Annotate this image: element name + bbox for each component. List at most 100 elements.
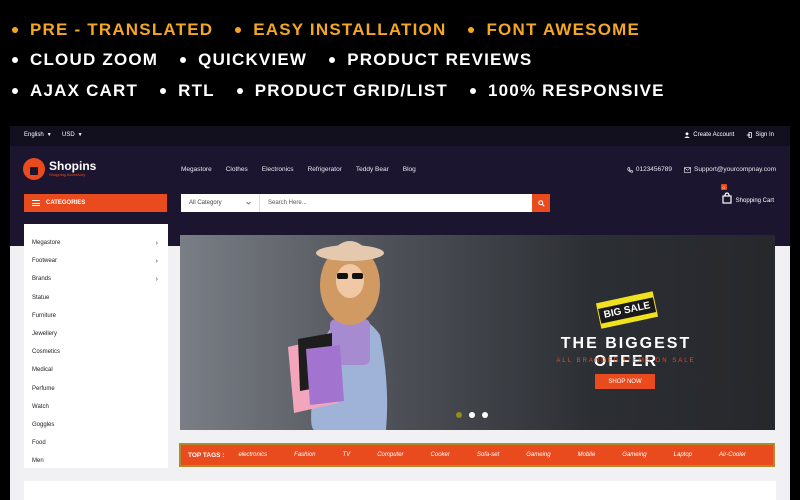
sign-in-icon — [746, 132, 753, 138]
bullet-icon — [160, 88, 167, 94]
sidebar-item-label: Watch — [32, 403, 49, 410]
tag-link[interactable]: Fashion — [294, 452, 315, 458]
chevron-right-icon: › — [155, 275, 158, 283]
feature-label: 100% RESPONSIVE — [487, 81, 665, 100]
tag-link[interactable]: Gameing — [526, 452, 550, 458]
sign-in-label: Sign In — [755, 132, 774, 138]
categories-label: CATEGORIES — [46, 200, 86, 206]
hero-slider[interactable]: BIG SALE THE BIGGEST OFFER ALL BRANDED I… — [180, 235, 775, 430]
hero-subtitle: ALL BRANDED ITEMS ON SALE — [556, 358, 696, 364]
sidebar-item-megastore[interactable]: Megastore › — [24, 234, 168, 252]
sidebar-item-cosmetics[interactable]: Cosmetics — [24, 343, 168, 361]
feature-row-3: AJAX CART RTL PRODUCT GRID/LIST 100% RES… — [12, 81, 687, 101]
feature-item: PRODUCT REVIEWS — [329, 50, 532, 70]
search-button[interactable] — [532, 194, 550, 212]
create-account-label: Create Account — [693, 132, 735, 138]
content-panel — [24, 481, 776, 500]
hero-title: THE BIGGEST OFFER — [560, 335, 692, 370]
logo[interactable]: Shopins Shopping Accessory — [23, 158, 96, 180]
language-select[interactable]: English ▼ — [24, 132, 52, 138]
chevron-right-icon: › — [155, 239, 158, 247]
main-menu: Megastore Clothes Electronics Refrigerat… — [181, 166, 416, 173]
bullet-icon — [468, 27, 475, 33]
sidebar-item-label: Food — [32, 440, 46, 447]
bullet-icon — [180, 57, 187, 63]
logo-title: Shopins — [49, 159, 97, 173]
slider-dot[interactable] — [456, 412, 462, 418]
phone-link[interactable]: 0123456789 — [627, 166, 672, 173]
sidebar-item-food[interactable]: Food — [24, 434, 168, 452]
slider-dot[interactable] — [469, 412, 475, 418]
sidebar-item-goggles[interactable]: Goggles — [24, 416, 168, 434]
sidebar-item-furniture[interactable]: Furniture — [24, 307, 168, 325]
menu-item-clothes[interactable]: Clothes — [226, 166, 248, 173]
sidebar-item-men[interactable]: Men — [24, 452, 168, 470]
bullet-icon — [236, 88, 243, 94]
sidebar-item-statue[interactable]: Statue — [24, 289, 168, 307]
tag-link[interactable]: Sofa-set — [477, 452, 499, 458]
chevron-right-icon: › — [155, 257, 158, 265]
tag-link[interactable]: TV — [343, 452, 351, 458]
logo-tagline: Shopping Accessory — [49, 172, 86, 177]
envelope-icon — [684, 166, 691, 173]
search-category-select[interactable]: All Category — [181, 194, 260, 212]
feature-label: AJAX CART — [30, 81, 139, 100]
create-account-link[interactable]: Create Account — [684, 132, 734, 138]
phone-number: 0123456789 — [635, 166, 672, 173]
sidebar-item-label: Cosmetics — [32, 349, 61, 356]
feature-item: QUICKVIEW — [180, 50, 307, 70]
bullet-icon — [12, 57, 18, 63]
sidebar-item-medical[interactable]: Medical — [24, 361, 168, 379]
shopping-cart[interactable]: 0 Shopping Cart — [720, 184, 774, 204]
feature-row-1: PRE - TRANSLATED EASY INSTALLATION FONT … — [12, 20, 662, 40]
sidebar-item-label: Jewellery — [32, 331, 58, 338]
tag-link[interactable]: Computer — [377, 452, 403, 458]
tag-link[interactable]: Cooker — [431, 452, 450, 458]
sidebar-item-perfume[interactable]: Perfume — [24, 380, 168, 398]
tag-link[interactable]: Laptop — [674, 452, 692, 458]
shop-now-button[interactable]: SHOP NOW — [595, 374, 655, 389]
category-sidebar: Megastore › Footwear › Brands › Statue Furn… — [24, 224, 168, 468]
currency-value: USD — [62, 132, 75, 138]
feature-item: PRE - TRANSLATED — [12, 20, 213, 40]
sign-in-link[interactable]: Sign In — [746, 132, 774, 138]
sidebar-item-label: Men — [32, 458, 44, 465]
language-value: English — [24, 132, 44, 138]
bullet-icon — [12, 27, 18, 33]
phone-icon — [627, 166, 633, 172]
slider-dot[interactable] — [482, 412, 488, 418]
tag-link[interactable]: electronics — [238, 452, 267, 458]
big-sale-label: BIG SALE — [598, 296, 656, 324]
feature-label: PRODUCT REVIEWS — [347, 50, 533, 69]
search-input[interactable]: Search Here... — [260, 200, 532, 206]
feature-label: QUICKVIEW — [198, 50, 308, 69]
email-link[interactable]: Support@yourcompnay.com — [684, 166, 776, 173]
sidebar-item-footwear[interactable]: Footwear › — [24, 252, 168, 270]
menu-item-electronics[interactable]: Electronics — [262, 166, 294, 173]
slider-pagination — [456, 412, 488, 418]
sidebar-item-watch[interactable]: Watch — [24, 398, 168, 416]
menu-item-refrigerator[interactable]: Refrigerator — [308, 166, 342, 173]
tag-link[interactable]: Air-Cooler — [719, 452, 746, 458]
feature-item: 100% RESPONSIVE — [469, 81, 665, 101]
feature-item: AJAX CART — [12, 81, 138, 101]
bullet-icon — [235, 27, 242, 33]
tag-link[interactable]: Gameing — [622, 452, 646, 458]
email-address: Support@yourcompnay.com — [694, 166, 776, 173]
sidebar-item-jewellery[interactable]: Jewellery — [24, 325, 168, 343]
tag-link[interactable]: Mobile — [578, 452, 596, 458]
menu-item-blog[interactable]: Blog — [403, 166, 416, 173]
sidebar-item-brands[interactable]: Brands › — [24, 270, 168, 288]
feature-item: CLOUD ZOOM — [12, 50, 158, 70]
shopping-bag-icon — [23, 158, 45, 180]
feature-item: RTL — [160, 81, 215, 101]
menu-item-teddy-bear[interactable]: Teddy Bear — [356, 166, 389, 173]
sidebar-item-label: Medical — [32, 367, 53, 374]
cart-label: Shopping Cart — [735, 198, 774, 204]
currency-select[interactable]: USD ▼ — [62, 132, 83, 138]
menu-item-megastore[interactable]: Megastore — [181, 166, 212, 173]
feature-item: PRODUCT GRID/LIST — [236, 81, 448, 101]
categories-button[interactable]: CATEGORIES — [24, 194, 167, 212]
search-icon — [537, 199, 545, 207]
bullet-icon — [329, 57, 336, 63]
